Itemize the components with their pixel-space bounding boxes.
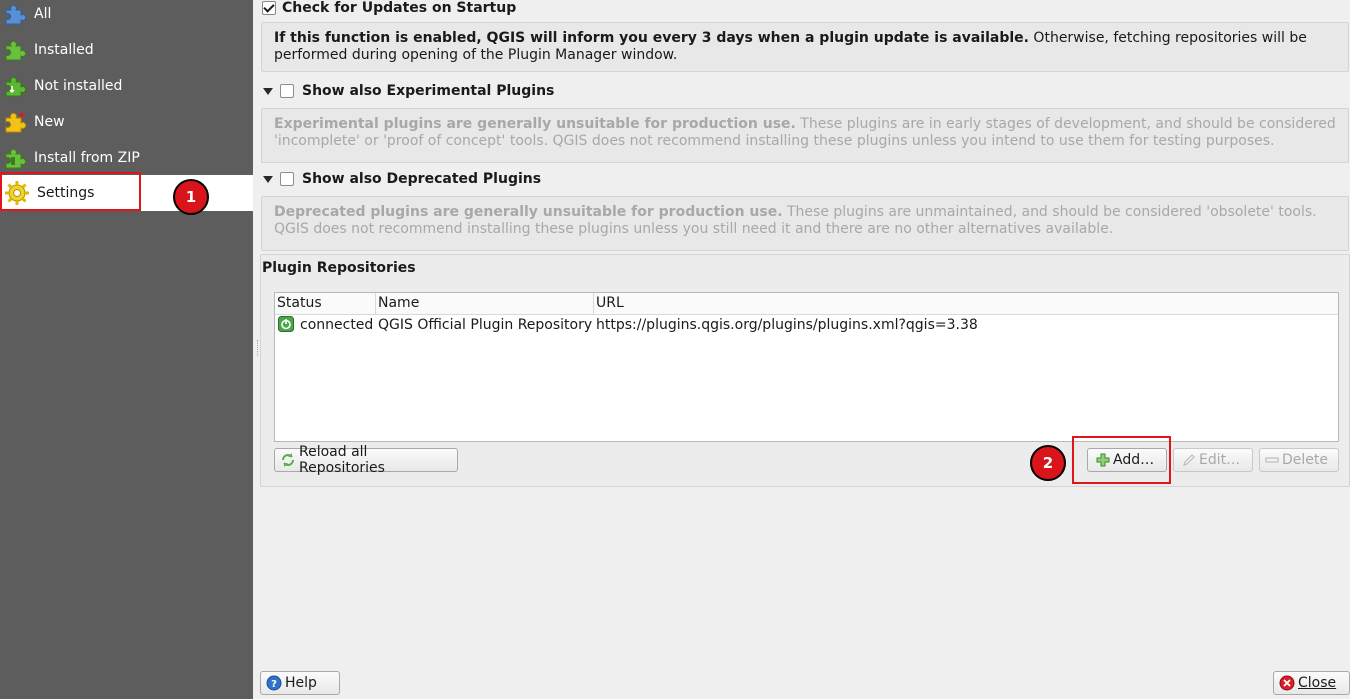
reload-icon bbox=[280, 452, 296, 468]
sidebar-item-label: All bbox=[34, 6, 52, 22]
pencil-icon bbox=[1182, 453, 1196, 467]
svg-text:?: ? bbox=[271, 679, 277, 690]
table-header: Status Name URL bbox=[275, 293, 1338, 315]
close-label: Close bbox=[1298, 675, 1337, 691]
puzzle-green-icon bbox=[2, 37, 28, 63]
sidebar: All Installed Not installed New Install … bbox=[0, 0, 253, 699]
experimental-checkbox[interactable] bbox=[280, 84, 294, 98]
sidebar-item-new[interactable]: New bbox=[0, 104, 253, 140]
reload-repositories-button[interactable]: Reload all Repositories bbox=[274, 444, 458, 476]
check-updates-description: If this function is enabled, QGIS will i… bbox=[261, 22, 1349, 72]
repositories-table[interactable]: Status Name URL connected QGIS Official … bbox=[274, 292, 1339, 442]
minus-icon bbox=[1265, 453, 1279, 467]
close-icon bbox=[1279, 675, 1295, 691]
row-name: QGIS Official Plugin Repository bbox=[378, 317, 593, 333]
close-button[interactable]: Close bbox=[1273, 671, 1350, 695]
sidebar-item-not-installed[interactable]: Not installed bbox=[0, 68, 253, 104]
check-updates-checkbox[interactable] bbox=[262, 1, 276, 15]
highlight-add-button bbox=[1072, 436, 1171, 484]
sidebar-item-install-from-zip[interactable]: Install from ZIP bbox=[0, 140, 253, 176]
row-status: connected bbox=[300, 317, 374, 333]
deprecated-checkbox[interactable] bbox=[280, 172, 294, 186]
delete-label: Delete bbox=[1282, 452, 1328, 468]
edit-repository-button[interactable]: Edit… bbox=[1173, 448, 1253, 472]
sidebar-item-all[interactable]: All bbox=[0, 0, 253, 32]
experimental-description: Experimental plugins are generally unsui… bbox=[261, 108, 1349, 163]
reload-label: Reload all Repositories bbox=[299, 444, 385, 476]
deprecated-description: Deprecated plugins are generally unsuita… bbox=[261, 196, 1349, 251]
step-badge-2: 2 bbox=[1030, 445, 1066, 481]
sidebar-item-installed[interactable]: Installed bbox=[0, 32, 253, 68]
puzzle-new-star-icon bbox=[2, 109, 28, 135]
puzzle-green-download-icon bbox=[2, 73, 28, 99]
column-name[interactable]: Name bbox=[376, 293, 594, 314]
puzzle-blue-icon bbox=[2, 1, 28, 27]
experimental-label: Show also Experimental Plugins bbox=[302, 83, 555, 99]
help-label: Help bbox=[285, 675, 317, 691]
check-updates-label: Check for Updates on Startup bbox=[282, 0, 517, 16]
puzzle-zip-icon bbox=[2, 145, 28, 171]
column-url[interactable]: URL bbox=[594, 293, 1338, 314]
row-url: https://plugins.qgis.org/plugins/plugins… bbox=[596, 317, 978, 333]
sidebar-item-label: New bbox=[34, 114, 65, 130]
description-bold: If this function is enabled, QGIS will i… bbox=[274, 30, 1029, 46]
plugin-repositories-title: Plugin Repositories bbox=[262, 260, 416, 276]
description-bold: Experimental plugins are generally unsui… bbox=[274, 116, 796, 132]
connected-status-icon bbox=[278, 316, 294, 338]
sidebar-item-label: Not installed bbox=[34, 78, 123, 94]
collapse-arrow-icon[interactable] bbox=[263, 176, 273, 183]
column-status[interactable]: Status bbox=[275, 293, 376, 314]
collapse-arrow-icon[interactable] bbox=[263, 88, 273, 95]
help-button[interactable]: ? Help bbox=[260, 671, 340, 695]
sidebar-item-label: Install from ZIP bbox=[34, 150, 140, 166]
step-badge-1: 1 bbox=[173, 179, 209, 215]
edit-label: Edit… bbox=[1199, 452, 1241, 468]
description-bold: Deprecated plugins are generally unsuita… bbox=[274, 204, 783, 220]
deprecated-label: Show also Deprecated Plugins bbox=[302, 171, 542, 187]
sidebar-item-label: Installed bbox=[34, 42, 94, 58]
delete-repository-button[interactable]: Delete bbox=[1259, 448, 1339, 472]
highlight-settings bbox=[0, 172, 141, 211]
help-icon: ? bbox=[266, 675, 282, 691]
